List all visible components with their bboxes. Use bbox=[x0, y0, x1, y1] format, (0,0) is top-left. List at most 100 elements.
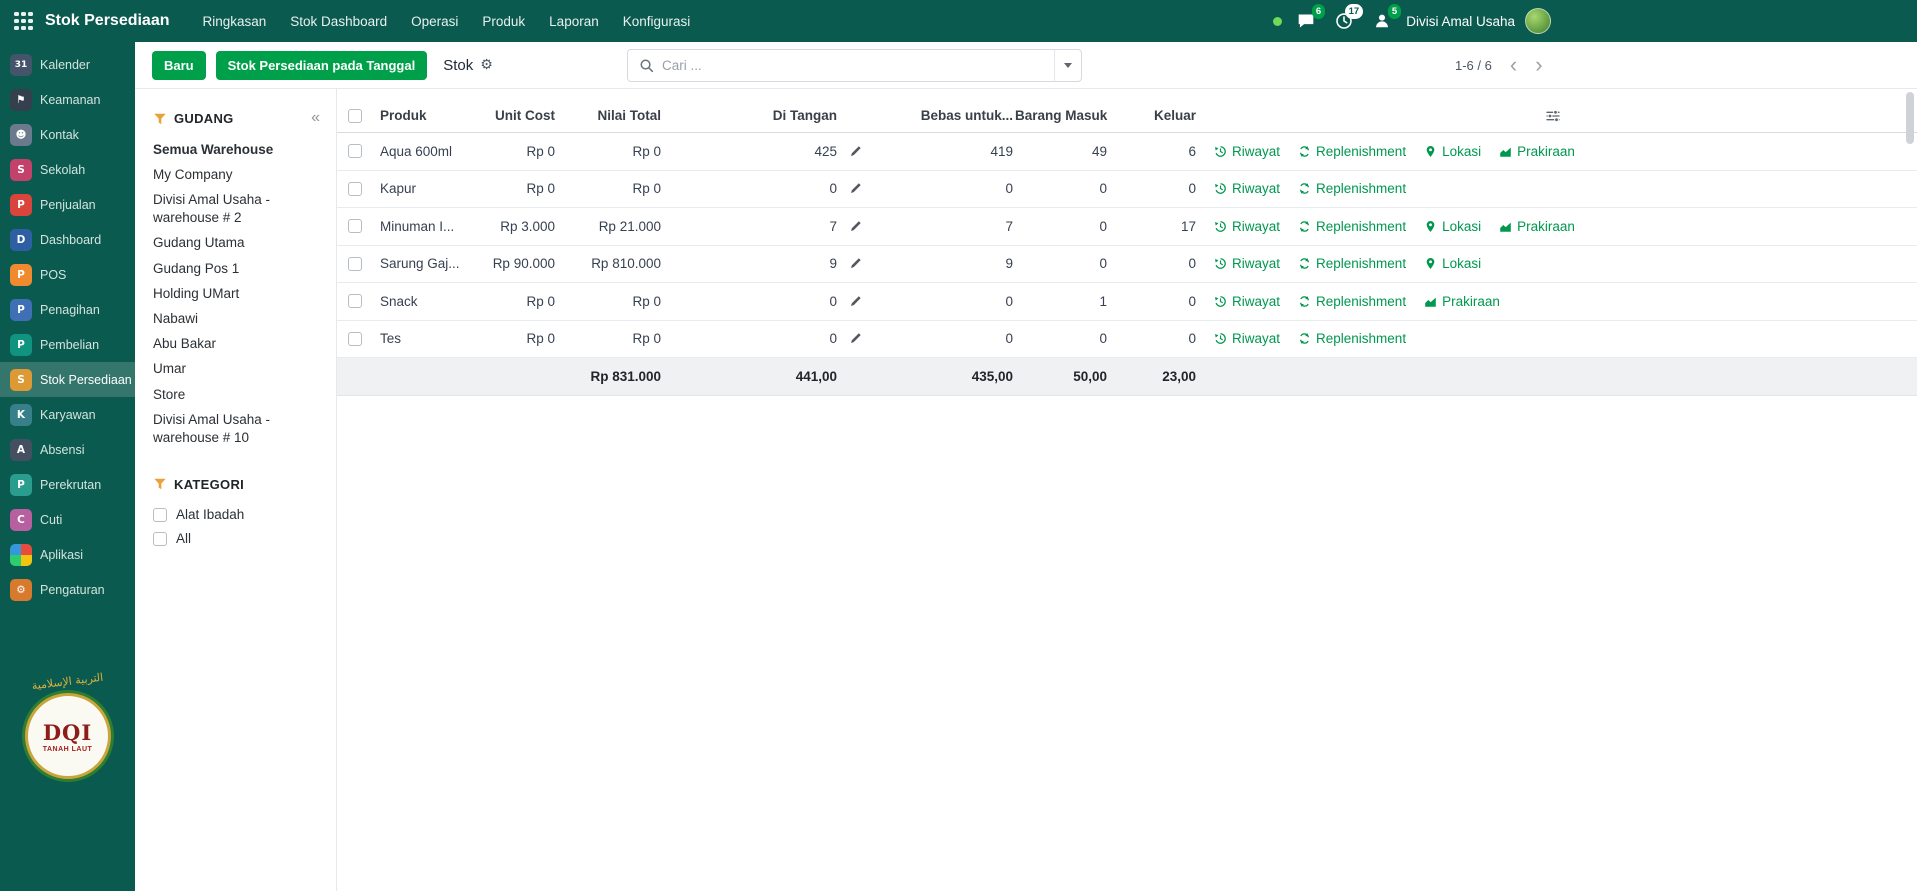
sidebar-item-pengaturan[interactable]: ⚙Pengaturan bbox=[0, 572, 135, 607]
replenishment-button[interactable]: Replenishment bbox=[1298, 181, 1406, 196]
warehouse-filter-store[interactable]: Store bbox=[153, 382, 322, 407]
sidebar-item-perekrutan[interactable]: PPerekrutan bbox=[0, 467, 135, 502]
col-bebas-untuk[interactable]: Bebas untuk... bbox=[872, 108, 1015, 123]
edit-quantity-icon[interactable] bbox=[849, 145, 862, 158]
edit-quantity-icon[interactable] bbox=[849, 182, 862, 195]
category-checkbox[interactable] bbox=[153, 508, 167, 522]
col-di-tangan[interactable]: Di Tangan bbox=[663, 108, 839, 123]
replenishment-button[interactable]: Replenishment bbox=[1298, 256, 1406, 271]
edit-quantity-icon[interactable] bbox=[849, 332, 862, 345]
user-avatar[interactable] bbox=[1525, 8, 1551, 34]
category-filter-all[interactable]: All bbox=[153, 527, 322, 551]
warehouse-filter-nabawi[interactable]: Nabawi bbox=[153, 307, 322, 332]
apps-menu-icon[interactable] bbox=[14, 12, 33, 31]
location-icon bbox=[1424, 257, 1437, 270]
search-input[interactable] bbox=[662, 58, 1054, 73]
riwayat-button[interactable]: Riwayat bbox=[1214, 256, 1280, 271]
row-checkbox[interactable] bbox=[348, 182, 362, 196]
top-menu-konfigurasi[interactable]: Konfigurasi bbox=[612, 8, 702, 35]
requests-button[interactable]: 5 bbox=[1368, 7, 1396, 35]
riwayat-button[interactable]: Riwayat bbox=[1214, 144, 1280, 159]
sidebar-item-stok-persediaan[interactable]: SStok Persediaan bbox=[0, 362, 135, 397]
sidebar-item-sekolah[interactable]: SSekolah bbox=[0, 152, 135, 187]
warehouse-filter-holding-umart[interactable]: Holding UMart bbox=[153, 281, 322, 306]
warehouse-filter-umar[interactable]: Umar bbox=[153, 357, 322, 382]
col-barang-masuk[interactable]: Barang Masuk bbox=[1015, 108, 1109, 123]
pager-next-button[interactable]: › bbox=[1529, 54, 1548, 76]
sidebar-item-aplikasi[interactable]: Aplikasi bbox=[0, 537, 135, 572]
sidebar-item-pos[interactable]: PPOS bbox=[0, 257, 135, 292]
search-dropdown-toggle[interactable] bbox=[1054, 50, 1081, 81]
warehouse-filter-gudang-utama[interactable]: Gudang Utama bbox=[153, 231, 322, 256]
top-menu-laporan[interactable]: Laporan bbox=[538, 8, 610, 35]
warehouse-filter-divisi-amal-usaha-warehouse-2[interactable]: Divisi Amal Usaha - warehouse # 2 bbox=[153, 187, 322, 230]
lokasi-button[interactable]: Lokasi bbox=[1424, 219, 1481, 234]
messages-button[interactable]: 6 bbox=[1292, 7, 1320, 35]
replenishment-button[interactable]: Replenishment bbox=[1298, 331, 1406, 346]
lokasi-button[interactable]: Lokasi bbox=[1424, 256, 1481, 271]
pager-previous-button[interactable]: ‹ bbox=[1504, 54, 1523, 76]
category-checkbox[interactable] bbox=[153, 532, 167, 546]
riwayat-button[interactable]: Riwayat bbox=[1214, 219, 1280, 234]
lokasi-button[interactable]: Lokasi bbox=[1424, 144, 1481, 159]
prakiraan-button[interactable]: Prakiraan bbox=[1499, 144, 1575, 159]
logo-subtitle: TANAH LAUT bbox=[43, 746, 93, 753]
cell-produk[interactable]: Minuman I... bbox=[372, 219, 482, 234]
cell-produk[interactable]: Sarung Gaj... bbox=[372, 256, 482, 271]
category-filter-alat-ibadah[interactable]: Alat Ibadah bbox=[153, 503, 322, 527]
edit-quantity-icon[interactable] bbox=[849, 257, 862, 270]
actions-gear-icon[interactable]: ⚙ bbox=[480, 57, 493, 73]
row-checkbox[interactable] bbox=[348, 257, 362, 271]
totals-row: Rp 831.000 441,00 435,00 50,00 23,00 bbox=[337, 358, 1917, 396]
prakiraan-button[interactable]: Prakiraan bbox=[1499, 219, 1575, 234]
sidebar-item-kontak[interactable]: ☻Kontak bbox=[0, 117, 135, 152]
sidebar-item-dashboard[interactable]: DDashboard bbox=[0, 222, 135, 257]
row-checkbox[interactable] bbox=[348, 294, 362, 308]
collapse-panel-icon[interactable]: « bbox=[311, 109, 320, 127]
edit-quantity-icon[interactable] bbox=[849, 295, 862, 308]
col-produk[interactable]: Produk bbox=[372, 108, 482, 123]
top-menu-produk[interactable]: Produk bbox=[471, 8, 536, 35]
select-all-checkbox[interactable] bbox=[348, 109, 362, 123]
warehouse-filter-semua-warehouse[interactable]: Semua Warehouse bbox=[153, 137, 322, 162]
optional-columns-icon[interactable] bbox=[1545, 108, 1561, 127]
warehouse-filter-my-company[interactable]: My Company bbox=[153, 162, 322, 187]
warehouse-filter-abu-bakar[interactable]: Abu Bakar bbox=[153, 332, 322, 357]
cell-produk[interactable]: Kapur bbox=[372, 181, 482, 196]
stock-at-date-button[interactable]: Stok Persediaan pada Tanggal bbox=[216, 51, 428, 80]
sidebar-item-keamanan[interactable]: ⚑Keamanan bbox=[0, 82, 135, 117]
scrollbar-thumb[interactable] bbox=[1906, 92, 1914, 144]
replenishment-button[interactable]: Replenishment bbox=[1298, 219, 1406, 234]
cell-produk[interactable]: Aqua 600ml bbox=[372, 144, 482, 159]
top-menu-ringkasan[interactable]: Ringkasan bbox=[192, 8, 278, 35]
sidebar-item-absensi[interactable]: AAbsensi bbox=[0, 432, 135, 467]
sidebar-item-cuti[interactable]: CCuti bbox=[0, 502, 135, 537]
sidebar-item-kalender[interactable]: 31Kalender bbox=[0, 47, 135, 82]
row-checkbox[interactable] bbox=[348, 144, 362, 158]
replenishment-button[interactable]: Replenishment bbox=[1298, 144, 1406, 159]
row-checkbox[interactable] bbox=[348, 332, 362, 346]
riwayat-button[interactable]: Riwayat bbox=[1214, 331, 1280, 346]
top-menu-operasi[interactable]: Operasi bbox=[400, 8, 469, 35]
sidebar-item-penjualan[interactable]: PPenjualan bbox=[0, 187, 135, 222]
riwayat-button[interactable]: Riwayat bbox=[1214, 181, 1280, 196]
new-button[interactable]: Baru bbox=[152, 51, 206, 80]
row-checkbox[interactable] bbox=[348, 219, 362, 233]
col-keluar[interactable]: Keluar bbox=[1109, 108, 1198, 123]
cell-produk[interactable]: Tes bbox=[372, 331, 482, 346]
prakiraan-button[interactable]: Prakiraan bbox=[1424, 294, 1500, 309]
edit-quantity-icon[interactable] bbox=[849, 220, 862, 233]
warehouse-filter-divisi-amal-usaha-warehouse-10[interactable]: Divisi Amal Usaha - warehouse # 10 bbox=[153, 407, 322, 450]
replenishment-button[interactable]: Replenishment bbox=[1298, 294, 1406, 309]
activities-button[interactable]: 17 bbox=[1330, 7, 1358, 35]
sidebar-item-pembelian[interactable]: PPembelian bbox=[0, 327, 135, 362]
riwayat-button[interactable]: Riwayat bbox=[1214, 294, 1280, 309]
cell-produk[interactable]: Snack bbox=[372, 294, 482, 309]
col-unit-cost[interactable]: Unit Cost bbox=[482, 108, 557, 123]
sidebar-item-penagihan[interactable]: PPenagihan bbox=[0, 292, 135, 327]
company-switcher[interactable]: Divisi Amal Usaha bbox=[1406, 14, 1515, 29]
sidebar-item-karyawan[interactable]: KKaryawan bbox=[0, 397, 135, 432]
warehouse-filter-gudang-pos-1[interactable]: Gudang Pos 1 bbox=[153, 256, 322, 281]
top-menu-stok-dashboard[interactable]: Stok Dashboard bbox=[279, 8, 398, 35]
col-nilai-total[interactable]: Nilai Total bbox=[557, 108, 663, 123]
